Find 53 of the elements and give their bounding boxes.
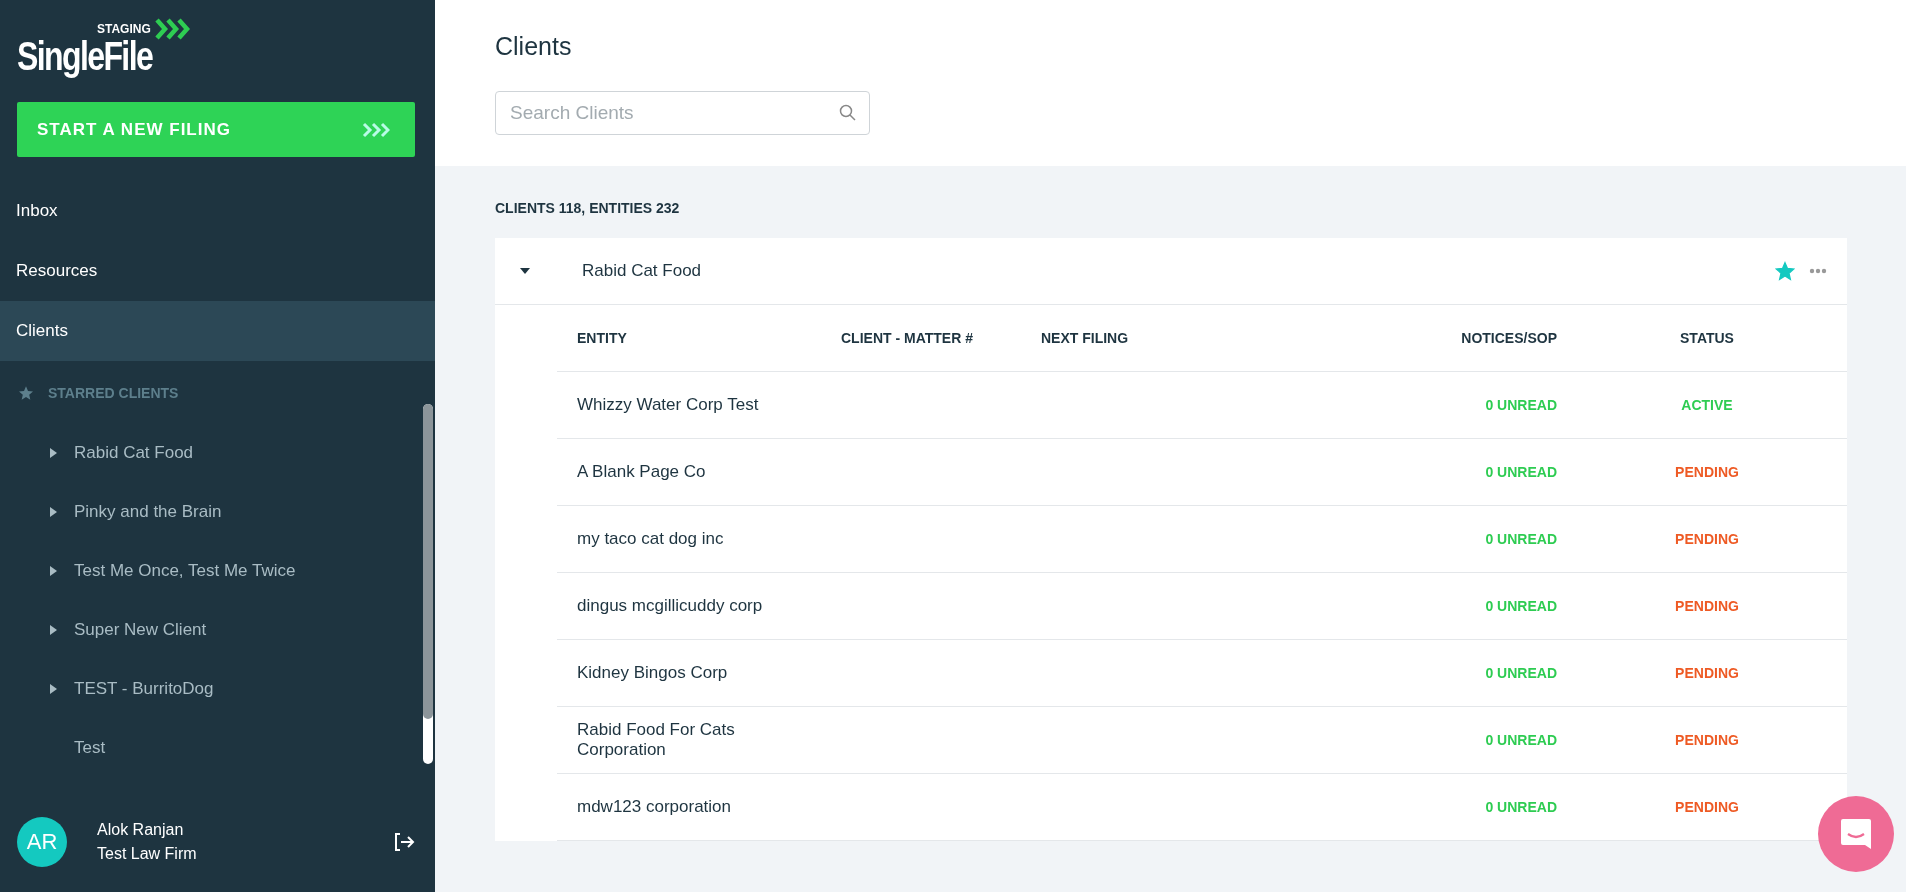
logout-icon[interactable] bbox=[393, 832, 415, 852]
entity-name[interactable]: Kidney Bingos Corp bbox=[557, 663, 841, 683]
starred-client-link[interactable]: Test bbox=[74, 737, 106, 758]
chevrons-icon bbox=[154, 18, 191, 40]
client-name[interactable]: Rabid Cat Food bbox=[582, 261, 1761, 281]
scrollbar[interactable] bbox=[423, 404, 433, 764]
starred-client-link[interactable]: TEST - BurritoDog bbox=[74, 678, 214, 699]
column-header: CLIENT - MATTER # bbox=[841, 330, 974, 346]
status-label: ACTIVE bbox=[1680, 397, 1734, 413]
status-label: PENDING bbox=[1674, 732, 1740, 748]
nav-item[interactable]: Inbox bbox=[0, 181, 435, 241]
caret-icon[interactable] bbox=[50, 506, 57, 517]
status-label: PENDING bbox=[1674, 665, 1740, 681]
staging-label: STAGING bbox=[97, 22, 151, 36]
caret-icon[interactable] bbox=[50, 447, 57, 458]
column-header: ENTITY bbox=[576, 330, 628, 346]
nav-item[interactable]: Clients bbox=[0, 301, 435, 361]
caret-icon[interactable] bbox=[50, 624, 57, 635]
column-header: NEXT FILING bbox=[1041, 330, 1130, 346]
entity-name[interactable]: Whizzy Water Corp Test bbox=[557, 395, 841, 415]
chat-icon bbox=[1839, 817, 1873, 851]
chevrons-icon bbox=[362, 121, 390, 138]
nav-item[interactable]: Resources bbox=[0, 241, 435, 301]
caret-icon[interactable] bbox=[520, 267, 530, 275]
logo-wordmark: SingleFile bbox=[17, 36, 154, 76]
star-icon bbox=[18, 385, 34, 401]
user-name: Alok Ranjan bbox=[97, 821, 185, 839]
status-label: PENDING bbox=[1674, 464, 1740, 480]
search-field[interactable]: Search Clients bbox=[495, 91, 870, 135]
caret-icon[interactable] bbox=[50, 683, 57, 694]
column-header: NOTICES/SOP bbox=[1460, 330, 1557, 346]
entity-name[interactable]: my taco cat dog inc bbox=[557, 529, 841, 549]
entity-name[interactable]: Rabid Food For Cats Corporation bbox=[557, 720, 841, 760]
star-icon[interactable] bbox=[1775, 261, 1795, 281]
firm-name: Test Law Firm bbox=[97, 845, 198, 863]
search-icon bbox=[839, 104, 856, 121]
section-heading: STARRED CLIENTS bbox=[48, 385, 179, 401]
status-label: PENDING bbox=[1674, 531, 1740, 547]
caret-icon[interactable] bbox=[50, 565, 57, 576]
more-icon[interactable] bbox=[1809, 268, 1827, 274]
status-label: PENDING bbox=[1674, 799, 1740, 815]
entity-name[interactable]: mdw123 corporation bbox=[557, 797, 841, 817]
avatar: AR bbox=[17, 817, 67, 867]
status-label: PENDING bbox=[1674, 598, 1740, 614]
column-header: STATUS bbox=[1679, 330, 1735, 346]
starred-client-link[interactable]: Test Me Once, Test Me Twice bbox=[74, 560, 296, 581]
entity-name[interactable]: dingus mcgillicuddy corp bbox=[557, 596, 841, 616]
starred-client-link[interactable]: Pinky and the Brain bbox=[74, 501, 222, 522]
entity-name[interactable]: A Blank Page Co bbox=[557, 462, 841, 482]
summary-count: CLIENTS 118, ENTITIES 232 bbox=[495, 200, 681, 216]
starred-client-link[interactable]: Super New Client bbox=[74, 619, 207, 640]
starred-client-link[interactable]: Rabid Cat Food bbox=[74, 442, 194, 463]
page-title: Clients bbox=[495, 32, 573, 61]
